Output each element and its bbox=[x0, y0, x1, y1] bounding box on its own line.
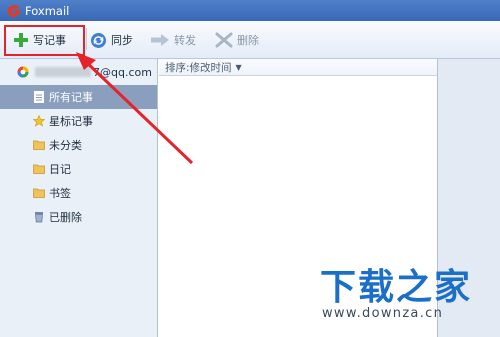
sync-label: 同步 bbox=[111, 34, 133, 47]
account-email: 7@qq.com bbox=[93, 65, 152, 79]
forward-label: 转发 bbox=[174, 34, 196, 47]
star-icon bbox=[33, 115, 45, 127]
folder-icon bbox=[33, 188, 45, 198]
folder-icon bbox=[33, 140, 45, 150]
sidebar-item-uncategorized[interactable]: 未分类 bbox=[0, 133, 157, 157]
watermark-url: www.downza.cn bbox=[322, 306, 444, 321]
watermark: 下载之家 www.downza.cn bbox=[320, 258, 490, 328]
title-bar: Foxmail bbox=[0, 0, 500, 21]
sync-button[interactable]: 同步 bbox=[90, 29, 133, 51]
delete-x-icon bbox=[215, 32, 233, 48]
forward-button[interactable]: 转发 bbox=[150, 29, 196, 51]
sync-icon bbox=[91, 32, 106, 48]
delete-label: 删除 bbox=[237, 34, 259, 47]
sidebar-item-starred[interactable]: 星标记事 bbox=[0, 109, 157, 133]
sidebar-item-label: 已删除 bbox=[49, 211, 82, 224]
sidebar-item-deleted[interactable]: 已删除 bbox=[0, 205, 157, 229]
sidebar-item-label: 所有记事 bbox=[49, 91, 93, 104]
delete-button[interactable]: 删除 bbox=[215, 29, 259, 51]
watermark-title: 下载之家 bbox=[320, 267, 473, 308]
trash-icon bbox=[35, 212, 43, 223]
sidebar-item-diary[interactable]: 日记 bbox=[0, 157, 157, 181]
account-avatar-icon bbox=[17, 66, 29, 78]
sort-dropdown[interactable]: 排序:修改时间 ▼ bbox=[159, 59, 437, 76]
account-row[interactable]: 7@qq.com bbox=[0, 59, 157, 85]
sidebar-item-all-notes[interactable]: 所有记事 bbox=[0, 85, 157, 109]
sort-label: 排序:修改时间 bbox=[165, 61, 232, 74]
highlight-box bbox=[4, 25, 85, 56]
note-icon bbox=[34, 91, 44, 103]
sidebar-item-bookmarks[interactable]: 书签 bbox=[0, 181, 157, 205]
toolbar-separator bbox=[86, 28, 87, 50]
sidebar: 7@qq.com 所有记事 星标记事 未分类 日记 书签 已删除 bbox=[0, 59, 158, 337]
sidebar-item-label: 日记 bbox=[49, 163, 71, 176]
window-title: Foxmail bbox=[25, 3, 70, 18]
folder-icon bbox=[33, 164, 45, 174]
foxmail-logo-icon bbox=[8, 4, 20, 17]
sidebar-item-label: 星标记事 bbox=[49, 115, 93, 128]
sidebar-item-label: 书签 bbox=[49, 187, 71, 200]
account-name-redacted bbox=[35, 67, 91, 77]
sidebar-item-label: 未分类 bbox=[49, 139, 82, 152]
forward-arrow-icon bbox=[151, 34, 169, 46]
chevron-down-icon: ▼ bbox=[235, 62, 242, 72]
